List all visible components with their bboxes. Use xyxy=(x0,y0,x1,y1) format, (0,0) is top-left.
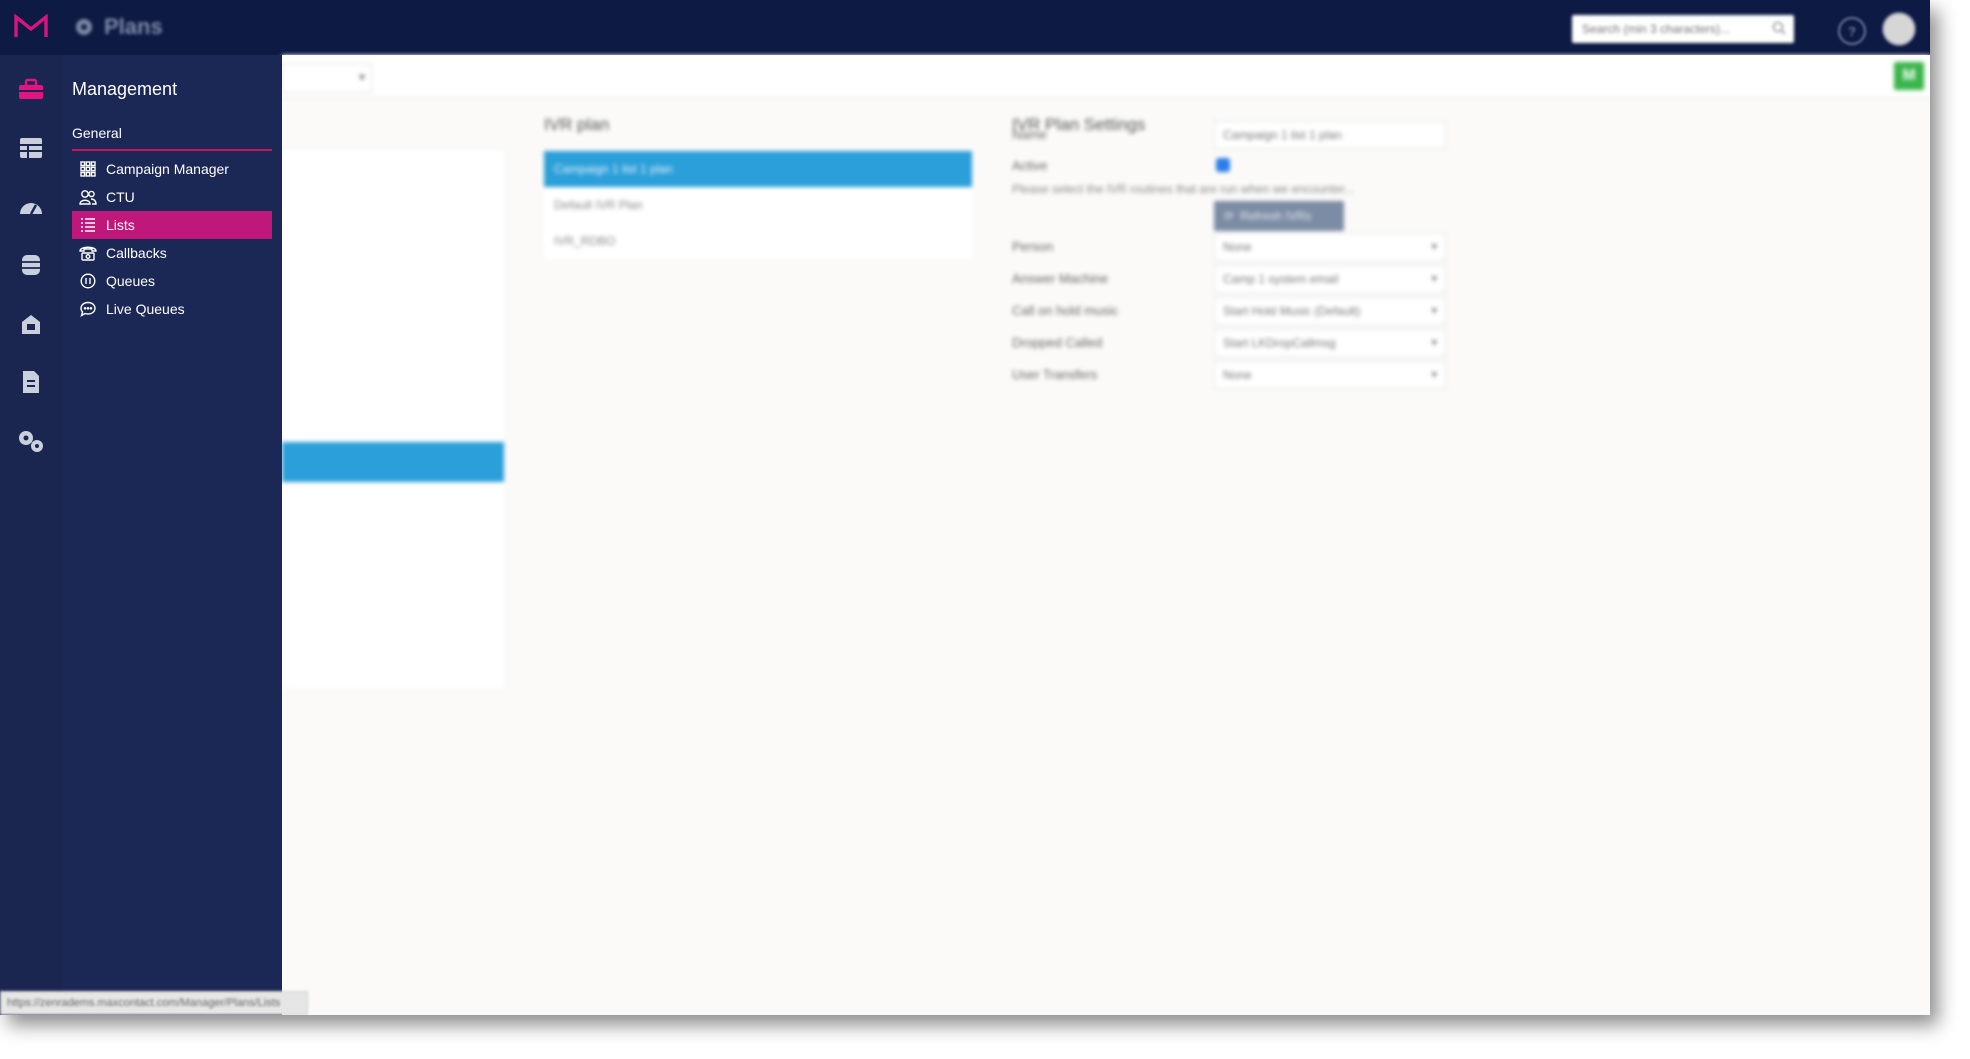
users-icon xyxy=(78,188,98,206)
refresh-label: Refresh IVRs xyxy=(1240,209,1312,223)
chevron-down-icon: ▾ xyxy=(358,70,365,84)
green-action-button[interactable]: M xyxy=(1894,62,1924,90)
name-label: Name xyxy=(1012,127,1047,142)
ivr-plan-title: IVR plan xyxy=(544,115,610,134)
list-panel xyxy=(282,150,504,688)
list-icon xyxy=(78,216,98,234)
mailbox-icon[interactable] xyxy=(17,310,45,338)
dropped-called-select[interactable]: Start LKDropCallmsg ▾ xyxy=(1214,329,1446,357)
select-value: Start LKDropCallmsg xyxy=(1223,336,1336,350)
search-icon[interactable] xyxy=(1772,21,1786,35)
ivr-plan-list: Campaign 1 list 1 plan Default IVR Plan … xyxy=(544,151,972,259)
plans-icon xyxy=(76,19,92,35)
chat-icon xyxy=(78,300,98,318)
refresh-icon: ⟳ xyxy=(1224,209,1235,223)
settings-gears-icon[interactable] xyxy=(17,427,45,455)
hold-music-select[interactable]: Start Hold Music (Default) ▾ xyxy=(1214,297,1446,325)
gauge-icon[interactable] xyxy=(17,192,45,220)
name-field[interactable]: Campaign 1 list 1 plan xyxy=(1214,121,1446,149)
menu-item-ctu[interactable]: CTU xyxy=(72,183,272,211)
user-transfers-select[interactable]: None ▾ xyxy=(1214,361,1446,389)
dashboard-grid-icon[interactable] xyxy=(17,134,45,162)
phone-icon xyxy=(78,244,98,262)
search-input[interactable] xyxy=(1580,15,1764,43)
menu-section-label: General xyxy=(72,125,122,141)
document-icon[interactable] xyxy=(17,368,45,396)
select-value: Camp 1 system email xyxy=(1223,272,1339,286)
menu-item-lists[interactable]: Lists xyxy=(72,211,272,239)
page-title: Plans xyxy=(74,14,163,40)
content-toolbar: ▾ M xyxy=(282,55,1930,98)
menu-item-label: CTU xyxy=(106,189,135,205)
select-value: Start Hold Music (Default) xyxy=(1223,304,1361,318)
user-avatar[interactable] xyxy=(1882,12,1916,46)
page-title-text: Plans xyxy=(104,14,163,39)
menu-item-callbacks[interactable]: Callbacks xyxy=(72,239,272,267)
brand-logo-icon[interactable] xyxy=(14,14,48,40)
menu-item-queues[interactable]: Queues xyxy=(72,267,272,295)
menu-item-live-queues[interactable]: Live Queues xyxy=(72,295,272,323)
chevron-down-icon: ▾ xyxy=(1431,273,1437,285)
help-icon[interactable]: ? xyxy=(1838,17,1866,45)
field-label: User Transfers xyxy=(1012,367,1098,382)
menu-heading: Management xyxy=(72,79,178,99)
database-icon[interactable] xyxy=(17,251,45,279)
main-content: ▾ M IVR plan Campaign 1 list 1 plan Defa… xyxy=(282,55,1930,1015)
plan-item[interactable]: Default IVR Plan xyxy=(544,187,972,223)
refresh-ivrs-button[interactable]: ⟳ Refresh IVRs xyxy=(1214,201,1344,231)
field-label: Person xyxy=(1012,239,1054,254)
chevron-down-icon: ▾ xyxy=(1431,305,1437,317)
field-label: Dropped Called xyxy=(1012,335,1103,350)
chevron-down-icon: ▾ xyxy=(1431,241,1437,253)
menu-list: Campaign Manager CTU Lists Callbacks Que… xyxy=(72,155,272,323)
field-label: Call on hold music xyxy=(1012,303,1119,318)
select-value: None xyxy=(1223,368,1252,382)
chevron-down-icon: ▾ xyxy=(1431,369,1437,381)
menu-item-label: Live Queues xyxy=(106,301,185,317)
menu-item-label: Callbacks xyxy=(106,245,167,261)
menu-item-label: Queues xyxy=(106,273,156,289)
icon-rail xyxy=(0,55,62,1015)
grid-icon xyxy=(78,160,98,178)
status-url-text: https://zenradems.maxcontact.com/Manager… xyxy=(7,997,281,1009)
status-bar-url: https://zenradems.maxcontact.com/Manager… xyxy=(0,991,308,1015)
top-bar: Plans ? xyxy=(0,0,1930,55)
toolbox-icon[interactable] xyxy=(17,75,45,103)
pause-circle-icon xyxy=(78,272,98,290)
person-select[interactable]: None ▾ xyxy=(1214,233,1446,261)
plan-item[interactable]: IVR_RDBO xyxy=(544,223,972,259)
management-flyout-menu: Management General Campaign Manager CTU … xyxy=(0,55,308,1015)
app-window: Plans ? xyxy=(0,0,1930,1015)
selected-list-row[interactable] xyxy=(282,442,504,482)
answer-machine-select[interactable]: Camp 1 system email ▾ xyxy=(1214,265,1446,293)
filter-dropdown[interactable]: ▾ xyxy=(282,63,372,93)
field-label: Answer Machine xyxy=(1012,271,1109,286)
select-value: None xyxy=(1223,240,1252,254)
active-label: Active xyxy=(1012,158,1048,173)
chevron-down-icon: ▾ xyxy=(1431,337,1437,349)
search-box[interactable] xyxy=(1572,15,1794,43)
plan-item[interactable]: Campaign 1 list 1 plan xyxy=(544,151,972,187)
section-divider xyxy=(72,149,272,151)
hint-text: Please select the IVR routines that are … xyxy=(1012,182,1355,196)
menu-item-label: Lists xyxy=(106,217,135,233)
active-checkbox[interactable] xyxy=(1216,158,1230,172)
menu-item-campaign-manager[interactable]: Campaign Manager xyxy=(72,155,272,183)
menu-item-label: Campaign Manager xyxy=(106,161,229,177)
